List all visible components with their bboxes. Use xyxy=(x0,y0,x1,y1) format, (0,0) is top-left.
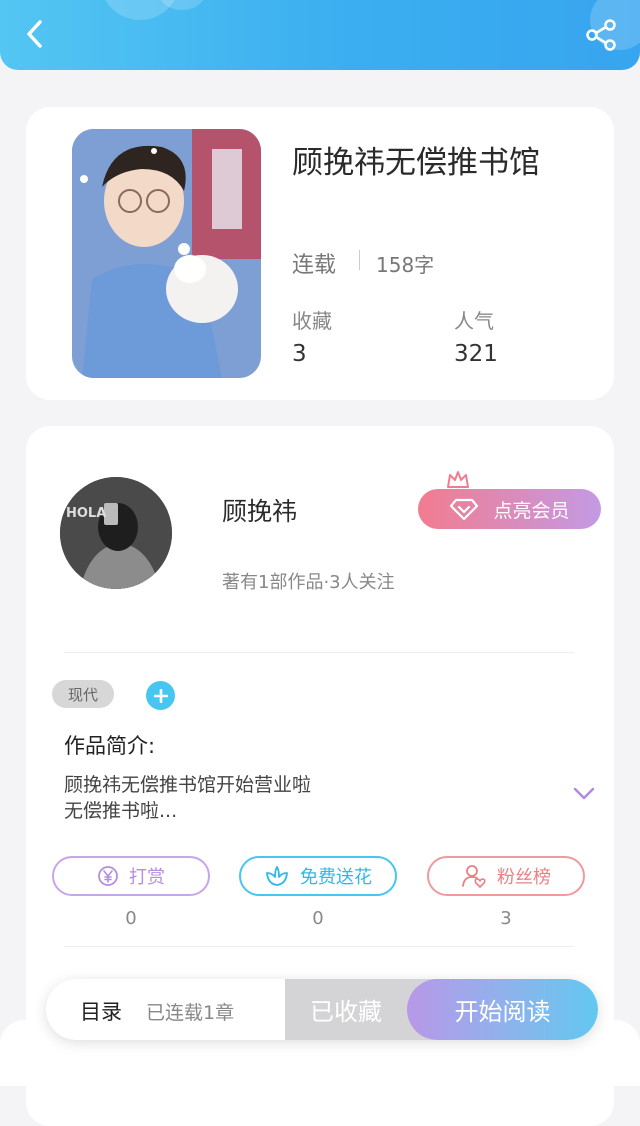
start-reading-label: 开始阅读 xyxy=(454,998,551,1026)
diamond-icon xyxy=(450,498,479,521)
back-button[interactable] xyxy=(18,16,54,52)
add-tag-button[interactable] xyxy=(146,681,175,710)
reward-button-label: 打赏 xyxy=(129,867,165,888)
section-divider xyxy=(64,946,574,947)
fans-count: 3 xyxy=(500,908,512,929)
fans-rank-button-label: 粉丝榜 xyxy=(497,867,551,888)
fans-icon xyxy=(462,865,486,888)
serial-status: 连载 xyxy=(292,253,337,278)
vip-button[interactable]: 点亮会员 xyxy=(418,489,601,529)
share-button[interactable] xyxy=(584,18,618,52)
collected-button-label: 已收藏 xyxy=(310,998,382,1026)
send-flower-button-label: 免费送花 xyxy=(300,867,372,888)
intro-title: 作品简介: xyxy=(64,734,156,758)
book-cover-image[interactable] xyxy=(72,129,261,378)
avatar-illustration: HOLA xyxy=(60,477,172,589)
chevron-left-icon xyxy=(27,20,42,48)
plus-icon xyxy=(153,688,168,703)
intro-text: 顾挽祎无偿推书馆开始营业啦 无偿推书啦... xyxy=(64,772,311,824)
book-title: 顾挽祎无偿推书馆 xyxy=(292,145,540,181)
collect-label: 收藏 xyxy=(292,309,332,333)
vip-button-label: 点亮会员 xyxy=(493,499,570,522)
popularity-count: 321 xyxy=(454,341,498,367)
intro-line: 无偿推书啦... xyxy=(64,800,178,822)
intro-line: 顾挽祎无偿推书馆开始营业啦 xyxy=(64,774,312,796)
fans-rank-button[interactable]: 粉丝榜 xyxy=(427,856,585,896)
word-count: 158字 xyxy=(376,253,435,277)
chevron-down-icon[interactable] xyxy=(572,786,596,802)
bottom-action-bar: 目录 已连载1章 已收藏 开始阅读 xyxy=(46,979,598,1040)
top-navigation-bar xyxy=(0,0,640,70)
flower-count: 0 xyxy=(312,908,324,929)
flower-icon xyxy=(266,866,288,886)
crown-icon xyxy=(447,471,469,488)
toc-button[interactable]: 目录 xyxy=(80,996,122,1026)
cover-illustration xyxy=(72,129,261,378)
share-icon xyxy=(586,19,616,51)
collect-count: 3 xyxy=(292,341,307,367)
author-meta: 著有1部作品·3人关注 xyxy=(222,572,395,593)
start-reading-button[interactable]: 开始阅读 xyxy=(407,979,598,1040)
author-name[interactable]: 顾挽祎 xyxy=(222,492,297,528)
section-divider xyxy=(64,652,574,653)
reward-count: 0 xyxy=(125,908,137,929)
popularity-label: 人气 xyxy=(454,309,494,333)
status-divider xyxy=(359,250,360,270)
chapter-count-label[interactable]: 已连载1章 xyxy=(146,998,234,1025)
author-avatar[interactable]: HOLA xyxy=(60,477,172,589)
svg-text:HOLA: HOLA xyxy=(66,506,106,521)
book-info-card: 顾挽祎无偿推书馆 连载 158字 收藏 3 人气 321 xyxy=(26,107,614,400)
genre-tag[interactable]: 现代 xyxy=(52,680,114,708)
reward-button[interactable]: 打赏 xyxy=(52,856,210,896)
send-flower-button[interactable]: 免费送花 xyxy=(239,856,397,896)
yen-icon xyxy=(98,866,118,886)
